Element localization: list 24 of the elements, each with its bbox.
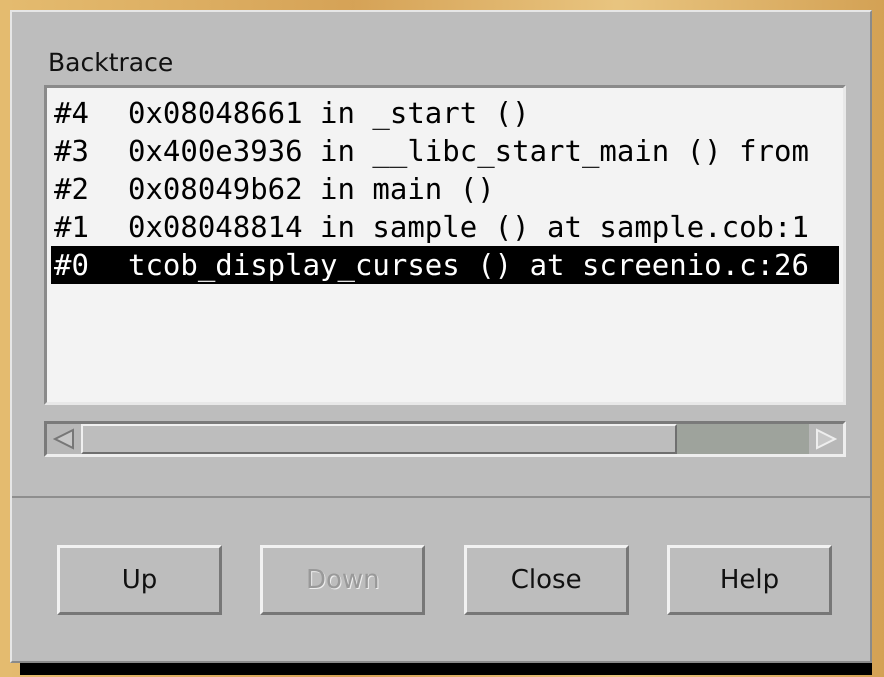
- backtrace-row[interactable]: #4 0x08048661 in _start (): [51, 94, 839, 132]
- frame-text: 0x08049b62 in main (): [128, 172, 495, 206]
- backtrace-row[interactable]: #1 0x08048814 in sample () at sample.cob:1: [51, 208, 839, 246]
- scrollbar-thumb[interactable]: [81, 424, 677, 454]
- frame-text: tcob_display_curses () at screenio.c:26: [128, 248, 809, 282]
- backtrace-row[interactable]: #2 0x08049b62 in main (): [51, 170, 839, 208]
- dialog-button[interactable]: Help: [666, 544, 832, 614]
- frame-number: #3: [54, 134, 90, 168]
- frame-text: 0x08048661 in _start (): [128, 96, 530, 130]
- frame-number: #0: [54, 248, 90, 282]
- section-label: Backtrace: [48, 48, 174, 77]
- backtrace-row[interactable]: #0 tcob_display_curses () at screenio.c:26: [51, 246, 839, 284]
- frame-text: 0x400e3936 in __libc_start_main () from: [128, 134, 809, 168]
- right-triangle-icon: [815, 428, 837, 450]
- horizontal-scrollbar[interactable]: [44, 421, 846, 457]
- scroll-left-button[interactable]: [47, 424, 81, 454]
- frame-number: #4: [54, 96, 90, 130]
- backtrace-row[interactable]: #3 0x400e3936 in __libc_start_main () from: [51, 132, 839, 170]
- dialog-button[interactable]: Up: [57, 544, 222, 614]
- frame-text: 0x08048814 in sample () at sample.cob:1: [128, 210, 809, 244]
- left-triangle-icon: [53, 428, 75, 450]
- frame-number: #2: [54, 172, 90, 206]
- dialog-button[interactable]: Close: [464, 544, 629, 614]
- frame-number: #1: [54, 210, 90, 244]
